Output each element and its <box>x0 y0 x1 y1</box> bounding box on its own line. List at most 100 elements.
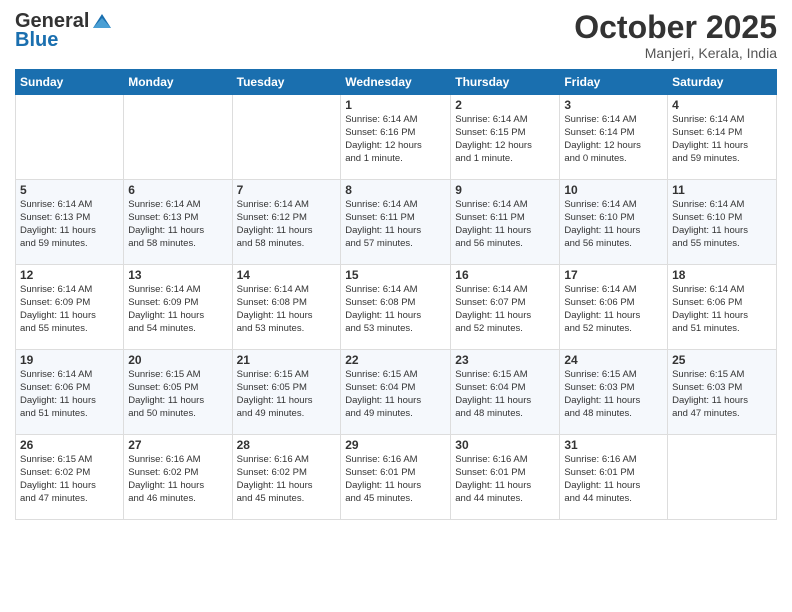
day-info: Sunrise: 6:16 AMSunset: 6:02 PMDaylight:… <box>128 454 227 505</box>
day-cell: 6 Sunrise: 6:14 AMSunset: 6:13 PMDaylight… <box>124 180 232 265</box>
day-number: 27 <box>128 438 227 452</box>
day-info: Sunrise: 6:14 AMSunset: 6:09 PMDaylight:… <box>128 284 227 335</box>
week-row-2: 5 Sunrise: 6:14 AMSunset: 6:13 PMDaylight… <box>16 180 777 265</box>
title-area: October 2025 Manjeri, Kerala, India <box>574 10 777 61</box>
week-row-1: 1 Sunrise: 6:14 AMSunset: 6:16 PMDaylight… <box>16 95 777 180</box>
day-number: 21 <box>237 353 337 367</box>
day-number: 7 <box>237 183 337 197</box>
day-info: Sunrise: 6:14 AMSunset: 6:06 PMDaylight:… <box>20 369 119 420</box>
day-info: Sunrise: 6:14 AMSunset: 6:14 PMDaylight:… <box>672 114 772 165</box>
page-container: General Blue October 2025 Manjeri, Keral… <box>0 0 792 530</box>
day-cell: 1 Sunrise: 6:14 AMSunset: 6:16 PMDaylight… <box>341 95 451 180</box>
day-cell: 10 Sunrise: 6:14 AMSunset: 6:10 PMDayligh… <box>560 180 668 265</box>
day-info: Sunrise: 6:14 AMSunset: 6:07 PMDaylight:… <box>455 284 555 335</box>
day-cell: 24Sunrise: 6:15 AMSunset: 6:03 PMDayligh… <box>560 350 668 435</box>
day-info: Sunrise: 6:15 AMSunset: 6:04 PMDaylight:… <box>345 369 446 420</box>
day-cell: 30 Sunrise: 6:16 AMSunset: 6:01 PMDayligh… <box>451 435 560 520</box>
day-info: Sunrise: 6:14 AMSunset: 6:10 PMDaylight:… <box>564 199 663 250</box>
day-number: 24 <box>564 353 663 367</box>
day-number: 19 <box>20 353 119 367</box>
day-cell: 14Sunrise: 6:14 AMSunset: 6:08 PMDayligh… <box>232 265 341 350</box>
day-cell: 27 Sunrise: 6:16 AMSunset: 6:02 PMDayligh… <box>124 435 232 520</box>
weekday-header-thursday: Thursday <box>451 70 560 95</box>
day-cell: 21 Sunrise: 6:15 AMSunset: 6:05 PMDayligh… <box>232 350 341 435</box>
calendar-table: SundayMondayTuesdayWednesdayThursdayFrid… <box>15 69 777 520</box>
day-cell: 20 Sunrise: 6:15 AMSunset: 6:05 PMDayligh… <box>124 350 232 435</box>
day-info: Sunrise: 6:15 AMSunset: 6:02 PMDaylight:… <box>20 454 119 505</box>
day-number: 9 <box>455 183 555 197</box>
day-cell: 16Sunrise: 6:14 AMSunset: 6:07 PMDayligh… <box>451 265 560 350</box>
weekday-header-saturday: Saturday <box>668 70 777 95</box>
day-cell: 4Sunrise: 6:14 AMSunset: 6:14 PMDaylight… <box>668 95 777 180</box>
weekday-header-wednesday: Wednesday <box>341 70 451 95</box>
day-info: Sunrise: 6:14 AMSunset: 6:06 PMDaylight:… <box>672 284 772 335</box>
day-number: 5 <box>20 183 119 197</box>
week-row-4: 19 Sunrise: 6:14 AMSunset: 6:06 PMDayligh… <box>16 350 777 435</box>
day-info: Sunrise: 6:16 AMSunset: 6:02 PMDaylight:… <box>237 454 337 505</box>
day-info: Sunrise: 6:14 AMSunset: 6:10 PMDaylight:… <box>672 199 772 250</box>
day-info: Sunrise: 6:16 AMSunset: 6:01 PMDaylight:… <box>345 454 446 505</box>
day-info: Sunrise: 6:14 AMSunset: 6:08 PMDaylight:… <box>345 284 446 335</box>
day-info: Sunrise: 6:14 AMSunset: 6:12 PMDaylight:… <box>237 199 337 250</box>
day-cell: 18 Sunrise: 6:14 AMSunset: 6:06 PMDayligh… <box>668 265 777 350</box>
day-number: 10 <box>564 183 663 197</box>
week-row-5: 26Sunrise: 6:15 AMSunset: 6:02 PMDayligh… <box>16 435 777 520</box>
weekday-header-row: SundayMondayTuesdayWednesdayThursdayFrid… <box>16 70 777 95</box>
day-number: 3 <box>564 98 663 112</box>
day-number: 6 <box>128 183 227 197</box>
day-cell: 8 Sunrise: 6:14 AMSunset: 6:11 PMDaylight… <box>341 180 451 265</box>
header: General Blue October 2025 Manjeri, Keral… <box>15 10 777 61</box>
day-cell: 15 Sunrise: 6:14 AMSunset: 6:08 PMDayligh… <box>341 265 451 350</box>
day-cell: 3Sunrise: 6:14 AMSunset: 6:14 PMDaylight… <box>560 95 668 180</box>
month-title: October 2025 <box>574 10 777 45</box>
day-number: 1 <box>345 98 446 112</box>
day-number: 12 <box>20 268 119 282</box>
day-number: 20 <box>128 353 227 367</box>
day-cell: 25 Sunrise: 6:15 AMSunset: 6:03 PMDayligh… <box>668 350 777 435</box>
location: Manjeri, Kerala, India <box>574 45 777 61</box>
day-cell: 2Sunrise: 6:14 AMSunset: 6:15 PMDaylight… <box>451 95 560 180</box>
day-cell: 28 Sunrise: 6:16 AMSunset: 6:02 PMDayligh… <box>232 435 341 520</box>
day-info: Sunrise: 6:14 AMSunset: 6:06 PMDaylight:… <box>564 284 663 335</box>
day-number: 25 <box>672 353 772 367</box>
day-info: Sunrise: 6:14 AMSunset: 6:13 PMDaylight:… <box>128 199 227 250</box>
day-info: Sunrise: 6:14 AMSunset: 6:11 PMDaylight:… <box>345 199 446 250</box>
day-cell: 9Sunrise: 6:14 AMSunset: 6:11 PMDaylight… <box>451 180 560 265</box>
day-info: Sunrise: 6:14 AMSunset: 6:15 PMDaylight:… <box>455 114 555 165</box>
day-number: 17 <box>564 268 663 282</box>
day-info: Sunrise: 6:15 AMSunset: 6:05 PMDaylight:… <box>237 369 337 420</box>
logo: General Blue <box>15 10 113 52</box>
day-number: 11 <box>672 183 772 197</box>
day-cell: 23Sunrise: 6:15 AMSunset: 6:04 PMDayligh… <box>451 350 560 435</box>
day-info: Sunrise: 6:15 AMSunset: 6:03 PMDaylight:… <box>672 369 772 420</box>
week-row-3: 12 Sunrise: 6:14 AMSunset: 6:09 PMDayligh… <box>16 265 777 350</box>
day-cell <box>232 95 341 180</box>
day-number: 31 <box>564 438 663 452</box>
day-info: Sunrise: 6:14 AMSunset: 6:08 PMDaylight:… <box>237 284 337 335</box>
day-number: 13 <box>128 268 227 282</box>
day-info: Sunrise: 6:15 AMSunset: 6:05 PMDaylight:… <box>128 369 227 420</box>
day-cell: 11 Sunrise: 6:14 AMSunset: 6:10 PMDayligh… <box>668 180 777 265</box>
day-number: 8 <box>345 183 446 197</box>
day-info: Sunrise: 6:14 AMSunset: 6:09 PMDaylight:… <box>20 284 119 335</box>
day-cell: 12 Sunrise: 6:14 AMSunset: 6:09 PMDayligh… <box>16 265 124 350</box>
day-cell: 17 Sunrise: 6:14 AMSunset: 6:06 PMDayligh… <box>560 265 668 350</box>
day-info: Sunrise: 6:14 AMSunset: 6:13 PMDaylight:… <box>20 199 119 250</box>
weekday-header-tuesday: Tuesday <box>232 70 341 95</box>
day-number: 15 <box>345 268 446 282</box>
day-info: Sunrise: 6:16 AMSunset: 6:01 PMDaylight:… <box>564 454 663 505</box>
day-cell: 5 Sunrise: 6:14 AMSunset: 6:13 PMDaylight… <box>16 180 124 265</box>
day-number: 28 <box>237 438 337 452</box>
day-number: 30 <box>455 438 555 452</box>
day-cell: 31 Sunrise: 6:16 AMSunset: 6:01 PMDayligh… <box>560 435 668 520</box>
day-info: Sunrise: 6:14 AMSunset: 6:16 PMDaylight:… <box>345 114 446 165</box>
day-info: Sunrise: 6:15 AMSunset: 6:04 PMDaylight:… <box>455 369 555 420</box>
day-cell: 7 Sunrise: 6:14 AMSunset: 6:12 PMDaylight… <box>232 180 341 265</box>
day-number: 22 <box>345 353 446 367</box>
logo-icon <box>91 10 113 32</box>
day-cell: 19 Sunrise: 6:14 AMSunset: 6:06 PMDayligh… <box>16 350 124 435</box>
day-cell <box>124 95 232 180</box>
day-cell: 13 Sunrise: 6:14 AMSunset: 6:09 PMDayligh… <box>124 265 232 350</box>
day-number: 18 <box>672 268 772 282</box>
day-info: Sunrise: 6:16 AMSunset: 6:01 PMDaylight:… <box>455 454 555 505</box>
